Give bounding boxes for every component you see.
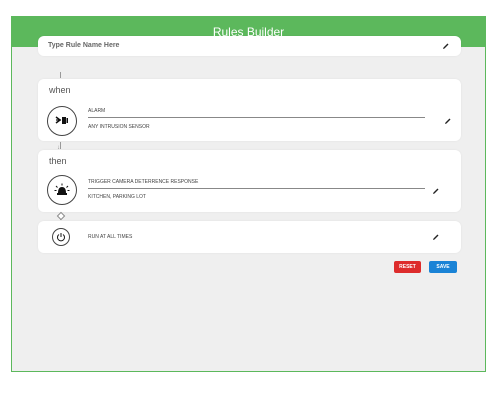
when-event-detail: ANY INTRUSION SENSOR <box>88 124 150 130</box>
then-action-detail: KITCHEN, PARKING LOT <box>88 194 146 200</box>
power-clock-icon <box>52 228 70 246</box>
edit-schedule-pencil-icon[interactable] <box>431 232 441 242</box>
when-label: when <box>49 85 71 95</box>
when-event-type: ALARM <box>88 108 106 114</box>
connector-line <box>60 142 61 149</box>
rule-name-field[interactable]: Type Rule Name Here <box>38 36 461 56</box>
siren-icon <box>47 175 77 205</box>
alarm-icon <box>47 106 77 136</box>
connector-line <box>60 72 61 78</box>
when-card: when ALARM ANY INTRUSION SENSOR <box>38 79 461 141</box>
edit-rule-name-pencil-icon[interactable] <box>441 41 451 51</box>
schedule-label: RUN AT ALL TIMES <box>88 234 133 240</box>
edit-then-pencil-icon[interactable] <box>431 186 441 196</box>
divider <box>88 117 425 118</box>
save-button[interactable]: SAVE <box>429 261 457 273</box>
then-action: TRIGGER CAMERA DETERRENCE RESPONSE <box>88 179 199 185</box>
edit-when-pencil-icon[interactable] <box>443 116 453 126</box>
schedule-card[interactable]: RUN AT ALL TIMES <box>38 221 461 253</box>
then-label: then <box>49 156 67 166</box>
reset-button[interactable]: RESET <box>394 261 421 273</box>
rule-name-placeholder: Type Rule Name Here <box>48 42 120 49</box>
then-card: then TRIGGER CAMERA DETERRENCE RESPONSE … <box>38 150 461 212</box>
divider <box>88 188 425 189</box>
